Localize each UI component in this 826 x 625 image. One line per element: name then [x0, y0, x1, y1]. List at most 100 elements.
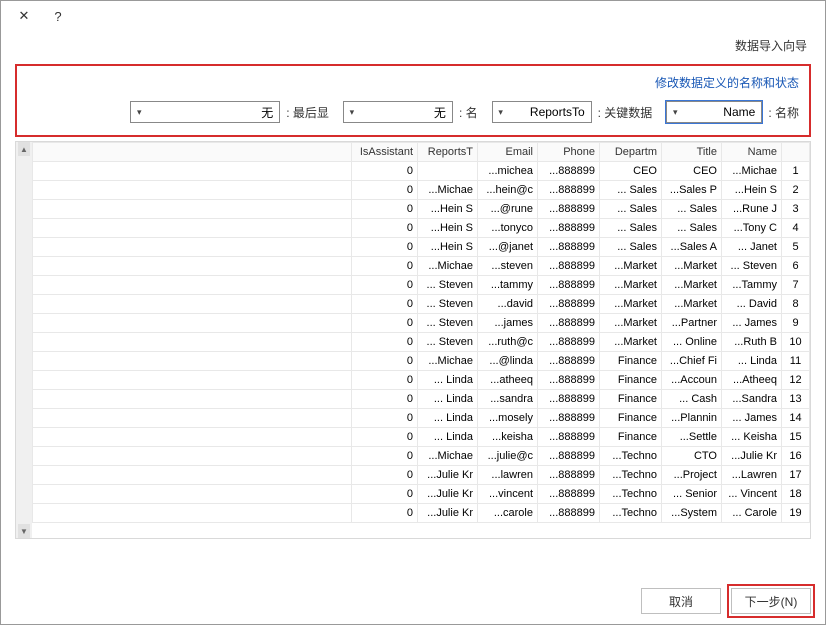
col-rep[interactable]: ReportsT: [418, 143, 478, 162]
cell-name: Keisha ...: [722, 428, 782, 447]
cell-asst: 0: [352, 181, 418, 200]
chevron-down-icon: ▾: [131, 107, 147, 118]
cell-fill: [33, 504, 352, 523]
name2-combo[interactable]: ▾ 无: [343, 101, 453, 123]
cell-dept: Finance: [600, 371, 662, 390]
cell-phone: 888899...: [538, 409, 600, 428]
cell-title: Market...: [662, 257, 722, 276]
col-email[interactable]: Email: [478, 143, 538, 162]
col-dept[interactable]: Departm: [600, 143, 662, 162]
cell-name: Steven ...: [722, 257, 782, 276]
cell-name: Janet ...: [722, 238, 782, 257]
cell-name: Tony C...: [722, 219, 782, 238]
cell-fill: [33, 219, 352, 238]
cell-asst: 0: [352, 257, 418, 276]
col-asst[interactable]: IsAssistant: [352, 143, 418, 162]
scroll-up-icon[interactable]: ▲: [18, 142, 30, 156]
col-title[interactable]: Title: [662, 143, 722, 162]
table-row[interactable]: 6Steven ...Market...Market...888899...st…: [33, 257, 810, 276]
cell-title: Accoun...: [662, 371, 722, 390]
last-combo[interactable]: ▾ 无: [130, 101, 280, 123]
cell-asst: 0: [352, 447, 418, 466]
data-grid-wrap: ▲ ▼ Name Title Departm Phone Email Repor…: [15, 141, 811, 539]
cell-title: Sales P...: [662, 181, 722, 200]
cell-asst: 0: [352, 219, 418, 238]
table-row[interactable]: 3Rune J...Sales ...Sales ...888899...run…: [33, 200, 810, 219]
cell-i: 1: [782, 162, 810, 181]
col-name[interactable]: Name: [722, 143, 782, 162]
chevron-down-icon: ▾: [344, 107, 360, 118]
keycol-combo[interactable]: ▾ ReportsTo: [492, 101, 592, 123]
cell-phone: 888899...: [538, 390, 600, 409]
table-row[interactable]: 9James ...Partner...Market...888899...ja…: [33, 314, 810, 333]
cell-asst: 0: [352, 162, 418, 181]
table-row[interactable]: 7Tammy...Market...Market...888899...tamm…: [33, 276, 810, 295]
cell-i: 17: [782, 466, 810, 485]
cell-name: Atheeq...: [722, 371, 782, 390]
cell-title: Plannin...: [662, 409, 722, 428]
cell-email: james...: [478, 314, 538, 333]
last-label: 最后显 :: [286, 104, 329, 121]
cell-name: Ruth B...: [722, 333, 782, 352]
data-grid: Name Title Departm Phone Email ReportsT …: [32, 142, 810, 538]
cell-rep: Linda ...: [418, 390, 478, 409]
cell-phone: 888899...: [538, 314, 600, 333]
cell-rep: Steven ...: [418, 276, 478, 295]
cell-asst: 0: [352, 428, 418, 447]
cell-fill: [33, 466, 352, 485]
table-row[interactable]: 5Janet ...Sales A...Sales ...888899...ja…: [33, 238, 810, 257]
cell-fill: [33, 314, 352, 333]
cell-email: rune@...: [478, 200, 538, 219]
table-row[interactable]: 13Sandra...Cash ...Finance888899...sandr…: [33, 390, 810, 409]
cell-i: 15: [782, 428, 810, 447]
cell-rep: Linda ...: [418, 428, 478, 447]
cell-dept: Sales ...: [600, 219, 662, 238]
table-row[interactable]: 16Julie Kr...CTOTechno...888899...julie@…: [33, 447, 810, 466]
table-row[interactable]: 8David ...Market...Market...888899...dav…: [33, 295, 810, 314]
table-row[interactable]: 18Vincent ...Senior ...Techno...888899..…: [33, 485, 810, 504]
cell-i: 3: [782, 200, 810, 219]
table-row[interactable]: 15Keisha ...Settle...Finance888899...kei…: [33, 428, 810, 447]
cell-email: janet@...: [478, 238, 538, 257]
cell-phone: 888899...: [538, 428, 600, 447]
field-name2: 名 : ▾ 无: [343, 101, 478, 123]
cell-phone: 888899...: [538, 200, 600, 219]
col-phone[interactable]: Phone: [538, 143, 600, 162]
cell-title: CTO: [662, 447, 722, 466]
cell-dept: Finance: [600, 352, 662, 371]
cell-asst: 0: [352, 333, 418, 352]
cell-asst: 0: [352, 295, 418, 314]
table-row[interactable]: 4Tony C...Sales ...Sales ...888899...ton…: [33, 219, 810, 238]
cell-dept: Market...: [600, 295, 662, 314]
cell-i: 2: [782, 181, 810, 200]
cell-rep: Steven ...: [418, 295, 478, 314]
cell-dept: Techno...: [600, 466, 662, 485]
table-row[interactable]: 1Michae...CEOCEO888899...michea...0: [33, 162, 810, 181]
close-button[interactable]: ✕: [7, 4, 41, 28]
table-row[interactable]: 19Carole ...System...Techno...888899...c…: [33, 504, 810, 523]
cell-i: 14: [782, 409, 810, 428]
cell-i: 4: [782, 219, 810, 238]
cell-phone: 888899...: [538, 504, 600, 523]
cell-fill: [33, 200, 352, 219]
table-row[interactable]: 17Lawren...Project...Techno...888899...l…: [33, 466, 810, 485]
cell-phone: 888899...: [538, 181, 600, 200]
cell-asst: 0: [352, 238, 418, 257]
col-idx[interactable]: [782, 143, 810, 162]
name2-label: 名 :: [459, 104, 478, 121]
table-row[interactable]: 2Hein S...Sales P...Sales ...888899...he…: [33, 181, 810, 200]
cancel-button[interactable]: 取消: [641, 588, 721, 614]
cell-dept: Market...: [600, 314, 662, 333]
next-button[interactable]: 下一步(N): [731, 588, 811, 614]
table-row[interactable]: 10Ruth B...Online ...Market...888899...r…: [33, 333, 810, 352]
table-row[interactable]: 12Atheeq...Accoun...Finance888899...athe…: [33, 371, 810, 390]
table-row[interactable]: 14James ...Plannin...Finance888899...mos…: [33, 409, 810, 428]
help-button[interactable]: ?: [41, 4, 75, 28]
cell-name: James ...: [722, 314, 782, 333]
chevron-down-icon: ▾: [493, 107, 509, 118]
vertical-scrollbar[interactable]: ▲ ▼: [16, 142, 32, 538]
scroll-down-icon[interactable]: ▼: [18, 524, 30, 538]
cell-email: steven...: [478, 257, 538, 276]
name-combo[interactable]: ▾ Name: [666, 101, 762, 123]
table-row[interactable]: 11Linda ...Chief Fi...Finance888899...li…: [33, 352, 810, 371]
